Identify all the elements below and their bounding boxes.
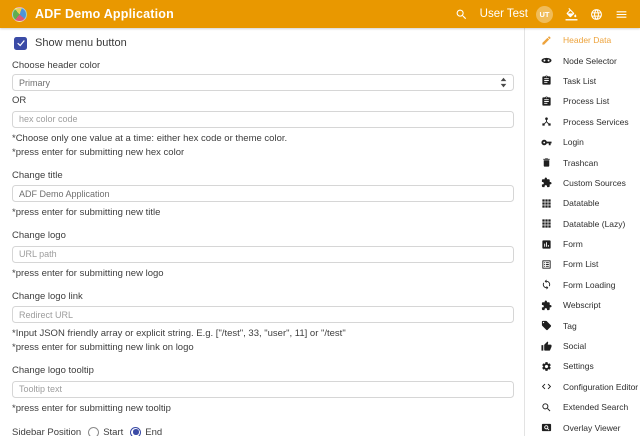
sidebar-item-node-selector[interactable]: Node Selector: [525, 50, 640, 70]
logo-tooltip-input[interactable]: [12, 381, 514, 398]
logo-input[interactable]: [12, 246, 514, 263]
overlay-viewer-icon: [540, 422, 552, 434]
or-label: OR: [12, 96, 514, 106]
sidebar-item-webscript[interactable]: Webscript: [525, 295, 640, 315]
logo-link-hint-2: *press enter for submitting new link on …: [12, 342, 514, 353]
sidebar-position-end-radio[interactable]: End: [130, 427, 162, 436]
sidebar-item-login[interactable]: Login: [525, 132, 640, 152]
logo-link-input[interactable]: [12, 306, 514, 323]
hex-color-input[interactable]: [12, 111, 514, 128]
sidebar-item-datatable-lazy[interactable]: Datatable (Lazy): [525, 214, 640, 234]
show-menu-checkbox[interactable]: [14, 37, 27, 50]
clipboard-icon: [540, 95, 552, 107]
title-hint: *press enter for submitting new title: [12, 207, 514, 218]
tag-icon: [540, 320, 552, 332]
logo-tooltip-hint: *press enter for submitting new tooltip: [12, 403, 514, 414]
sidebar-position-label: Sidebar Position: [12, 427, 81, 436]
sidebar-position-row: Sidebar Position Start End: [12, 427, 514, 436]
avatar[interactable]: UT: [536, 6, 553, 23]
change-title-label: Change title: [12, 171, 514, 181]
sidebar-item-settings[interactable]: Settings: [525, 356, 640, 376]
grid-icon: [540, 197, 552, 209]
sidebar-menu: Header Data Node Selector Task List Proc…: [525, 30, 640, 436]
sidebar-item-header-data[interactable]: Header Data: [525, 30, 640, 50]
theme-color-icon[interactable]: [564, 7, 578, 21]
pencil-icon: [540, 34, 552, 46]
sidebar-item-task-list[interactable]: Task List: [525, 71, 640, 91]
node-selector-icon: [540, 55, 552, 67]
grid-icon: [540, 218, 552, 230]
right-sidebar: Header Data Node Selector Task List Proc…: [524, 28, 640, 436]
radio-end-label: End: [145, 427, 162, 436]
sidebar-item-trashcan[interactable]: Trashcan: [525, 152, 640, 172]
app-logo[interactable]: [12, 7, 27, 22]
logo-link-hint-1: *Input JSON friendly array or explicit s…: [12, 328, 514, 339]
hex-hint-1: *Choose only one value at a time: either…: [12, 133, 514, 144]
sidebar-item-social[interactable]: Social: [525, 336, 640, 356]
sidebar-item-tag[interactable]: Tag: [525, 315, 640, 335]
sidebar-item-form-loading[interactable]: Form Loading: [525, 275, 640, 295]
search-icon: [540, 401, 552, 413]
show-menu-label: Show menu button: [35, 37, 127, 49]
loop-icon: [540, 279, 552, 291]
header-color-label: Choose header color: [12, 61, 514, 71]
trash-icon: [540, 157, 552, 169]
menu-icon[interactable]: [614, 7, 628, 21]
radio-circle-icon: [130, 427, 141, 436]
sidebar-item-process-services[interactable]: Process Services: [525, 112, 640, 132]
hex-hint-2: *press enter for submitting new hex colo…: [12, 147, 514, 158]
radio-start-label: Start: [103, 427, 123, 436]
settings-panel: Show menu button Choose header color Pri…: [0, 28, 524, 436]
puzzle-icon: [540, 299, 552, 311]
doc-list-icon: [540, 258, 552, 270]
app-header: ADF Demo Application User Test UT: [0, 0, 640, 28]
sidebar-item-process-list[interactable]: Process List: [525, 91, 640, 111]
header-color-selected: Primary: [19, 78, 50, 88]
hub-icon: [540, 116, 552, 128]
sidebar-item-datatable[interactable]: Datatable: [525, 193, 640, 213]
change-logo-link-label: Change logo link: [12, 292, 514, 302]
chart-box-icon: [540, 238, 552, 250]
sidebar-position-start-radio[interactable]: Start: [88, 427, 123, 436]
select-stepper-icon: [500, 77, 507, 88]
clipboard-icon: [540, 75, 552, 87]
title-input[interactable]: [12, 185, 514, 202]
sidebar-item-custom-sources[interactable]: Custom Sources: [525, 173, 640, 193]
sidebar-item-form[interactable]: Form: [525, 234, 640, 254]
change-logo-tooltip-label: Change logo tooltip: [12, 366, 514, 376]
app-title: ADF Demo Application: [35, 7, 174, 21]
code-icon: [540, 381, 552, 393]
language-icon[interactable]: [589, 7, 603, 21]
change-logo-label: Change logo: [12, 231, 514, 241]
sidebar-item-form-list[interactable]: Form List: [525, 254, 640, 274]
gear-icon: [540, 360, 552, 372]
thumb-up-icon: [540, 340, 552, 352]
header-color-select[interactable]: Primary: [12, 74, 514, 91]
user-name: User Test: [480, 8, 528, 20]
sidebar-item-overlay-viewer[interactable]: Overlay Viewer: [525, 417, 640, 436]
puzzle-icon: [540, 177, 552, 189]
logo-hint: *press enter for submitting new logo: [12, 268, 514, 279]
key-icon: [540, 136, 552, 148]
search-icon[interactable]: [455, 7, 469, 21]
radio-circle-icon: [88, 427, 99, 436]
sidebar-item-extended-search[interactable]: Extended Search: [525, 397, 640, 417]
sidebar-item-configuration-editor[interactable]: Configuration Editor: [525, 377, 640, 397]
